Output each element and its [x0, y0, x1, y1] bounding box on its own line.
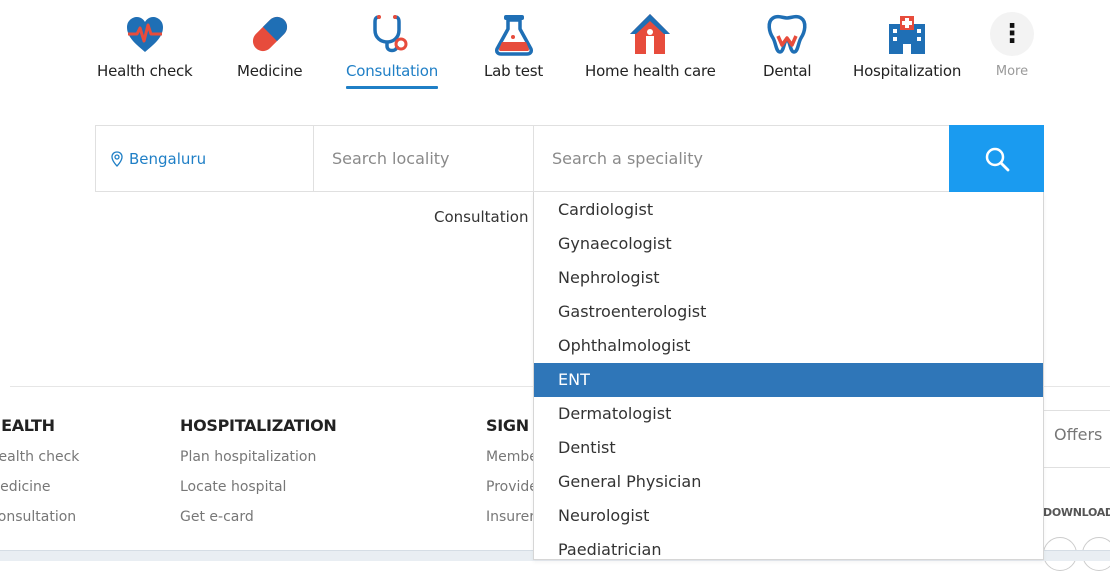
download-app-label: DOWNLOAD APP: [1043, 506, 1110, 519]
stethoscope-icon: [373, 15, 408, 53]
speciality-option[interactable]: Neurologist: [534, 499, 1043, 533]
nav-medicine[interactable]: Medicine: [237, 12, 303, 80]
nav-label: Medicine: [237, 62, 303, 80]
speciality-field: [534, 126, 950, 191]
footer-link[interactable]: Consultation: [0, 509, 79, 525]
speciality-input[interactable]: [534, 126, 950, 191]
footer-column-hospitalization: HOSPITALIZATION Plan hospitalization Loc…: [180, 416, 337, 525]
speciality-dropdown: Cardiologist Gynaecologist Nephrologist Gas…: [533, 192, 1044, 560]
offers-label: Offers: [1054, 425, 1103, 444]
speciality-option[interactable]: Dentist: [534, 431, 1043, 465]
locality-input[interactable]: [314, 126, 533, 191]
hospital-icon: [889, 16, 926, 54]
active-tab-underline: [346, 86, 439, 89]
nav-dental[interactable]: Dental: [763, 12, 812, 80]
speciality-option[interactable]: Cardiologist: [534, 193, 1043, 227]
heart-pulse-icon: [126, 17, 163, 52]
footer-link[interactable]: Locate hospital: [180, 479, 337, 495]
footer-heading: HOSPITALIZATION: [180, 416, 337, 435]
speciality-option[interactable]: ENT: [534, 363, 1043, 397]
nav-label: Consultation: [346, 62, 439, 80]
nav-label: Dental: [763, 62, 812, 80]
footer-link[interactable]: Plan hospitalization: [180, 449, 337, 465]
city-selector[interactable]: Bengaluru: [96, 126, 314, 191]
consultation-caption: Consultation: [434, 208, 529, 226]
speciality-option[interactable]: Paediatrician: [534, 533, 1043, 559]
service-nav: Health check Medicine Consultation Lab t…: [0, 0, 1110, 100]
capsule-icon: [252, 16, 287, 52]
nav-label: Home health care: [585, 62, 716, 80]
home-care-icon: [630, 14, 671, 54]
nav-more-label: More: [995, 64, 1029, 79]
speciality-option[interactable]: Gastroenterologist: [534, 295, 1043, 329]
speciality-option[interactable]: General Physician: [534, 465, 1043, 499]
footer-heading: HEALTH: [0, 416, 55, 435]
locality-field: [314, 126, 534, 191]
search-icon: [985, 147, 1009, 171]
nav-label: Lab test: [484, 62, 544, 80]
flask-icon: [494, 15, 533, 56]
nav-home-health-care[interactable]: Home health care: [585, 12, 716, 80]
tooth-icon: [767, 14, 807, 54]
nav-more[interactable]: ⋮ More: [990, 12, 1034, 79]
footer-link[interactable]: Health check: [0, 449, 79, 465]
nav-lab-test[interactable]: Lab test: [484, 12, 543, 80]
search-bar: Bengaluru: [95, 125, 1044, 192]
speciality-option[interactable]: Gynaecologist: [534, 227, 1043, 261]
more-vertical-icon: ⋮: [990, 12, 1034, 56]
city-name: Bengaluru: [129, 149, 207, 168]
search-button[interactable]: [949, 125, 1044, 192]
speciality-option[interactable]: Dermatologist: [534, 397, 1043, 431]
nav-health-check[interactable]: Health check: [97, 12, 193, 80]
footer-link[interactable]: Medicine: [0, 479, 79, 495]
speciality-list: Cardiologist Gynaecologist Nephrologist Gas…: [534, 193, 1043, 559]
nav-label: Health check: [97, 62, 193, 80]
location-pin-icon: [111, 150, 123, 167]
speciality-option[interactable]: Ophthalmologist: [534, 329, 1043, 363]
nav-hospitalization[interactable]: Hospitalization: [853, 12, 961, 80]
footer-link[interactable]: Get e-card: [180, 509, 337, 525]
nav-consultation[interactable]: Consultation: [346, 12, 438, 89]
nav-label: Hospitalization: [853, 62, 962, 80]
footer-column-health: HEALTH Health check Medicine Consultatio…: [0, 416, 79, 525]
speciality-option[interactable]: Nephrologist: [534, 261, 1043, 295]
